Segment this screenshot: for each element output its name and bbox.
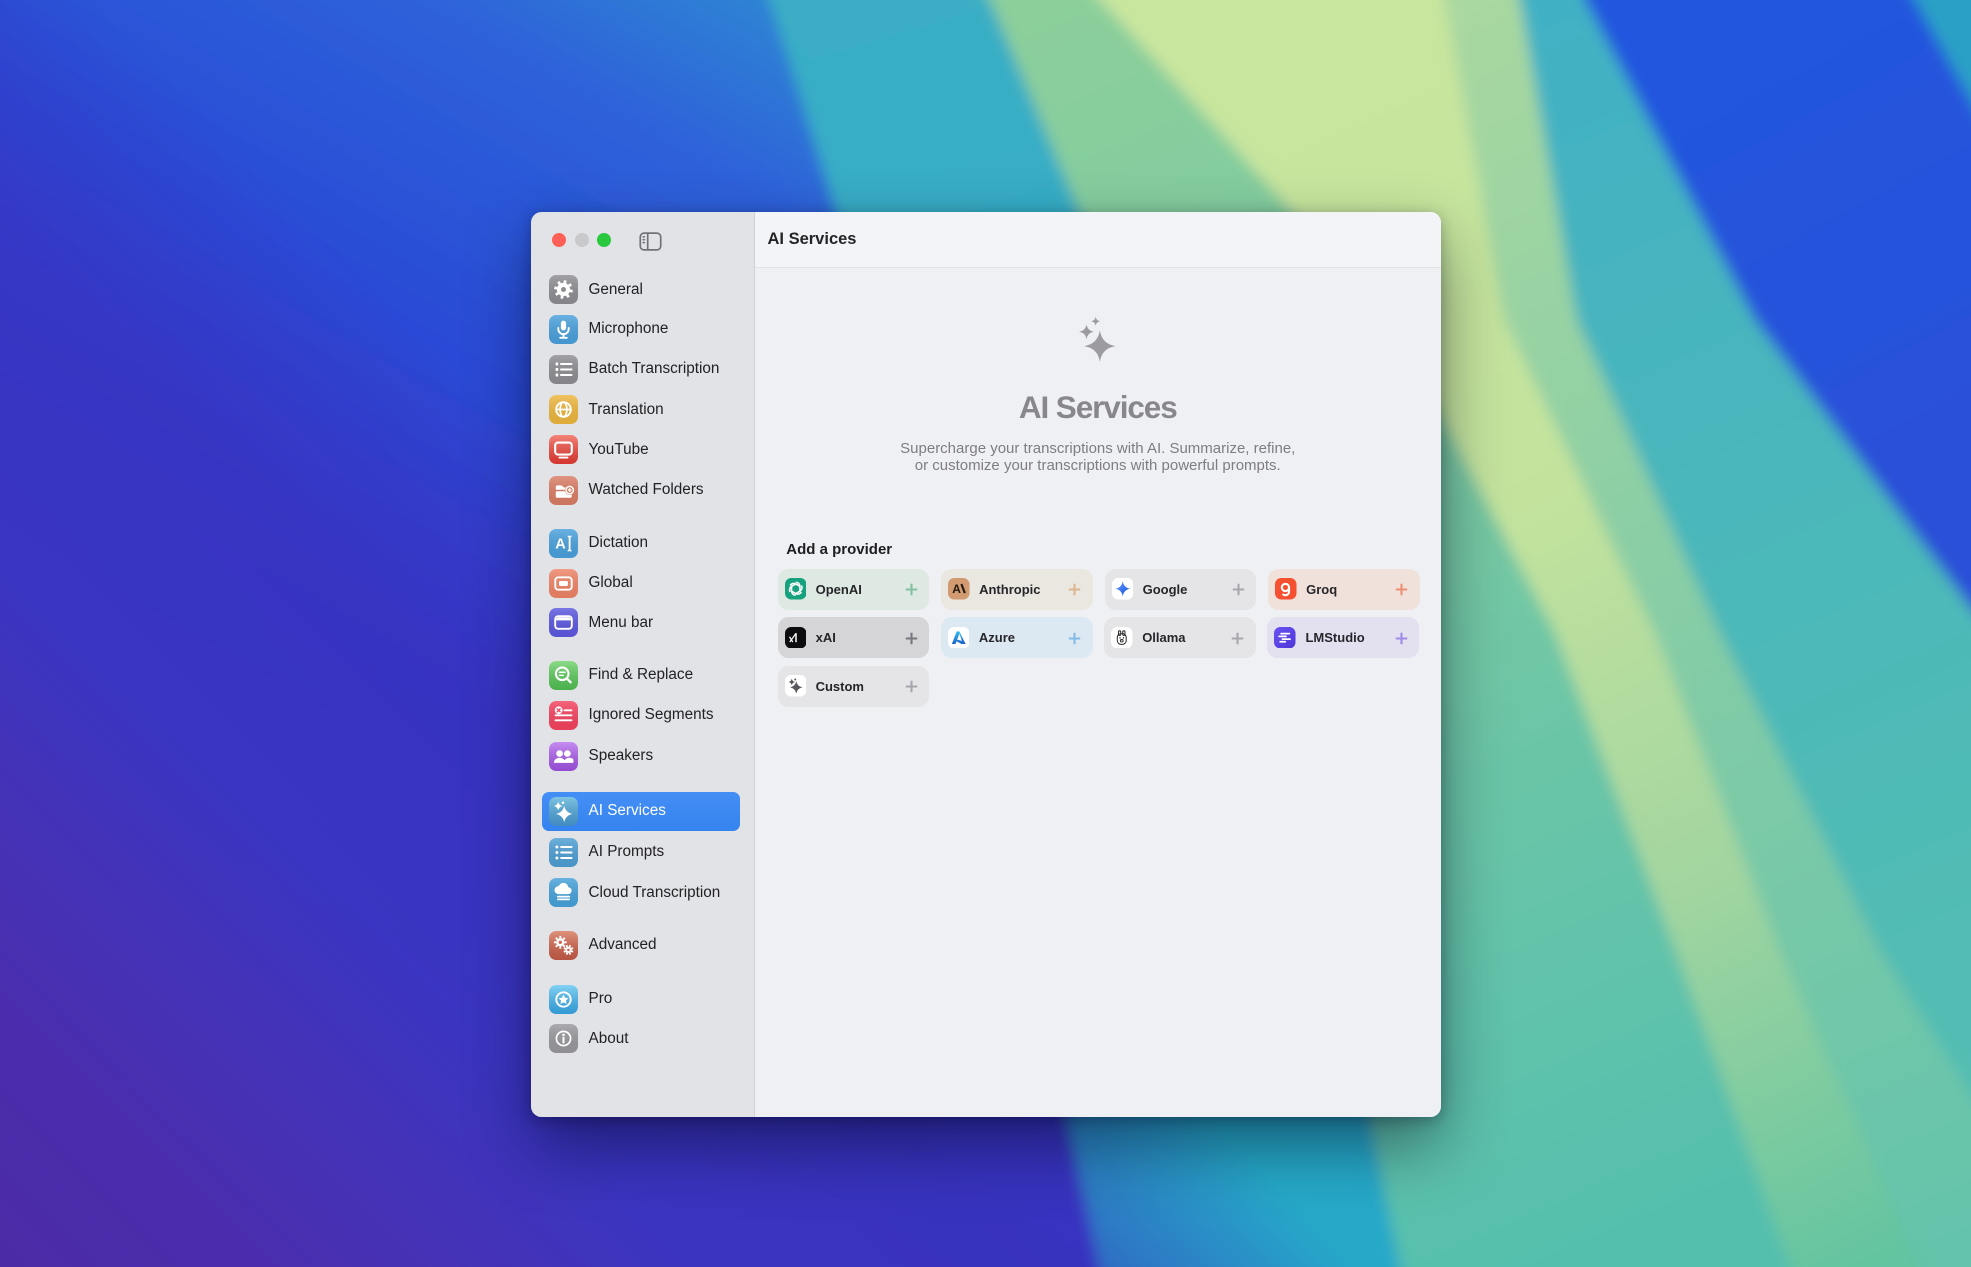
- svg-text:A: A: [555, 536, 566, 552]
- svg-text:A: A: [952, 583, 961, 597]
